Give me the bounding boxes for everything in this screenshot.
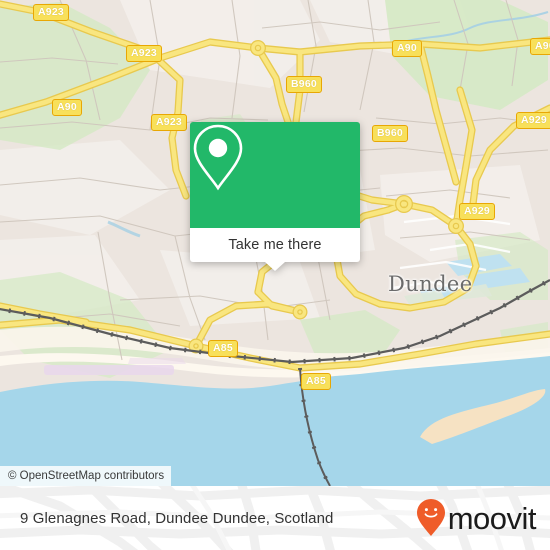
footer-content: 9 Glenagnes Road, Dundee Dundee, Scotlan… — [0, 486, 550, 550]
moovit-smiley-pin-icon — [416, 499, 445, 536]
popup-action-bar[interactable]: Take me there — [190, 228, 360, 271]
place-label-dundee: Dundee — [388, 272, 473, 296]
road-shield: A929 — [459, 203, 495, 220]
map-screenshot-page: A923 A923 A90 A923 A90 A90 B960 B960 A92… — [0, 0, 550, 550]
map-pin-icon — [193, 124, 243, 191]
road-shield: B960 — [286, 76, 322, 93]
road-shield: A90 — [392, 40, 422, 57]
osm-attribution[interactable]: © OpenStreetMap contributors — [0, 466, 172, 486]
road-shield: A929 — [516, 112, 550, 129]
footer-bar: 9 Glenagnes Road, Dundee Dundee, Scotlan… — [0, 486, 550, 550]
road-shield: A85 — [301, 373, 331, 390]
address-label: 9 Glenagnes Road, Dundee Dundee, Scotlan… — [20, 509, 334, 527]
road-shield: A923 — [126, 45, 162, 62]
popup-marker-area — [190, 122, 360, 228]
road-shield: A923 — [33, 4, 69, 21]
road-shield: A90 — [52, 99, 82, 116]
popup-pointer-tail — [265, 262, 285, 271]
road-shield: B960 — [372, 125, 408, 142]
road-shield: A85 — [208, 340, 238, 357]
map-canvas[interactable]: A923 A923 A90 A923 A90 A90 B960 B960 A92… — [0, 0, 550, 486]
moovit-wordmark: moovit — [447, 500, 537, 536]
road-shield: A90 — [530, 38, 550, 55]
take-me-there-label: Take me there — [228, 237, 322, 253]
road-shield: A923 — [151, 114, 187, 131]
location-popup-card[interactable]: Take me there — [190, 122, 360, 271]
moovit-logo[interactable]: moovit — [416, 498, 537, 538]
